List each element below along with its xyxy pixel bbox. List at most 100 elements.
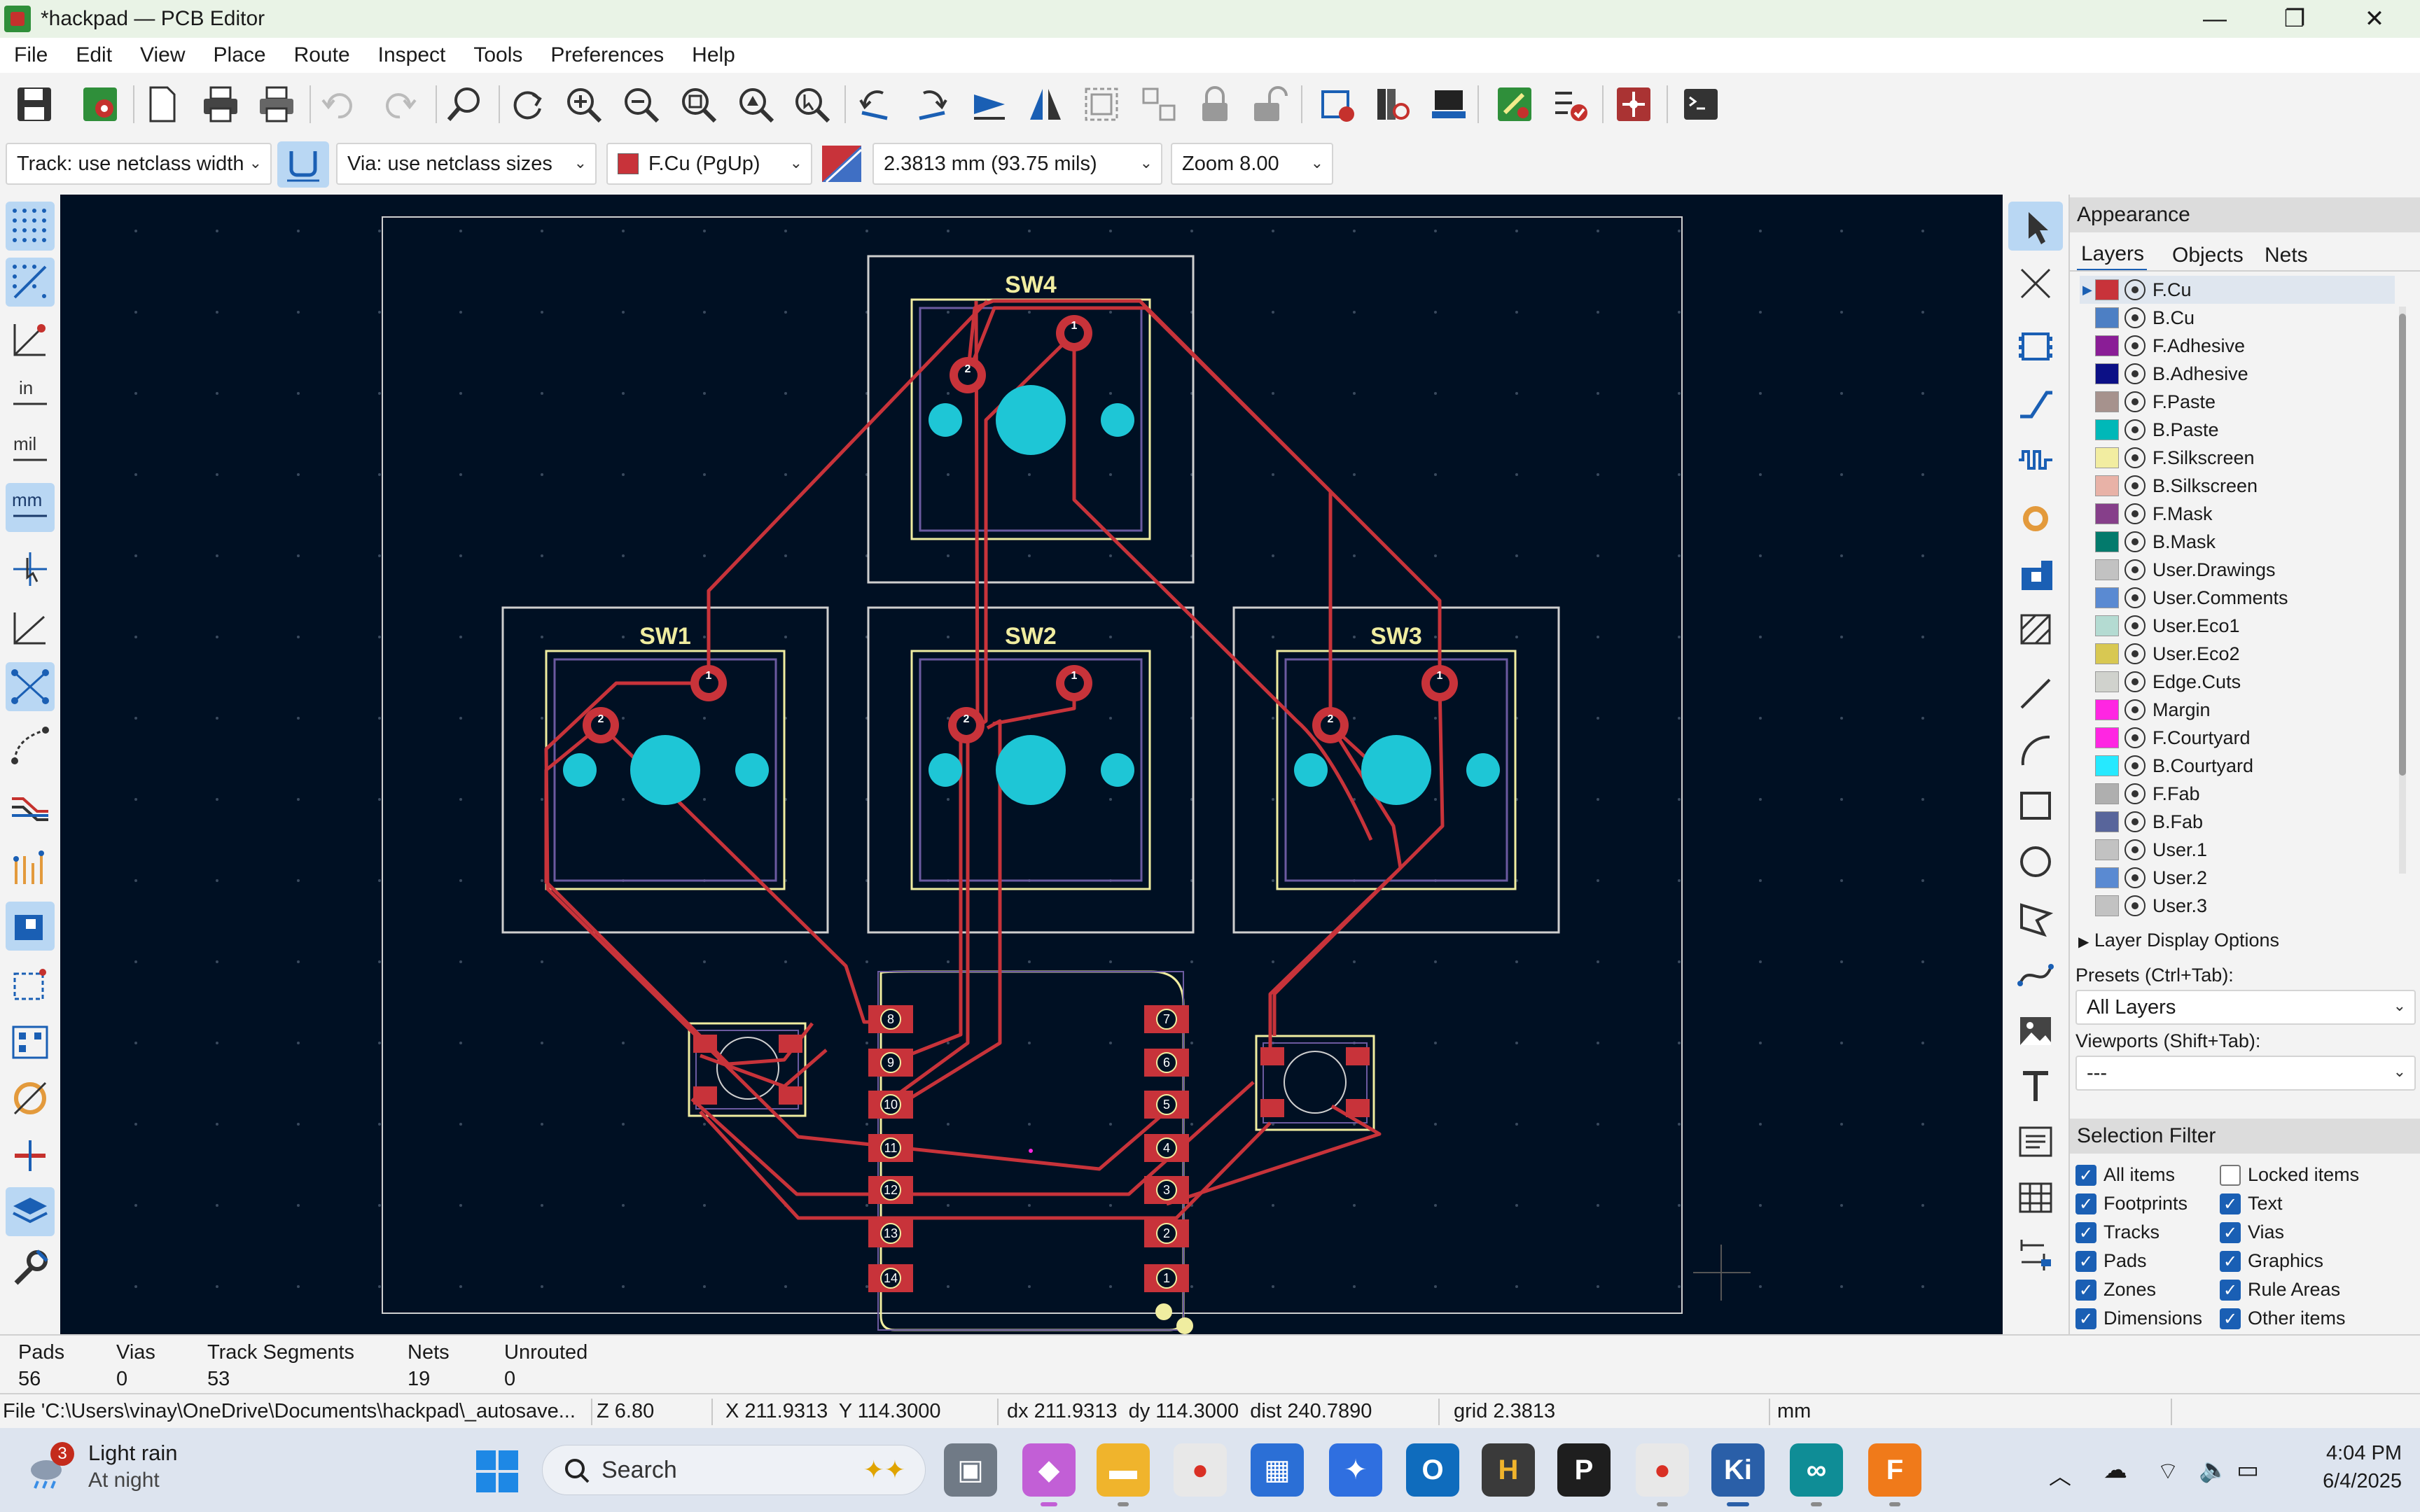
zoom-objects-button[interactable]	[732, 81, 779, 127]
visibility-eye-icon[interactable]	[2125, 475, 2146, 496]
menu-file[interactable]: File	[0, 43, 62, 67]
3d-viewer-button[interactable]	[1426, 81, 1472, 127]
visibility-eye-icon[interactable]	[2125, 559, 2146, 580]
filter-checkbox[interactable]: ✓	[2075, 1165, 2096, 1186]
filter-checkbox[interactable]: ✓	[2220, 1251, 2241, 1272]
kicad-app[interactable]: Ki	[1711, 1443, 1765, 1497]
visibility-eye-icon[interactable]	[2125, 755, 2146, 776]
via-display-toggle[interactable]	[6, 1074, 55, 1123]
store-app[interactable]: ▦	[1251, 1443, 1304, 1497]
local-ratsnest-tool[interactable]	[2008, 259, 2063, 308]
layer-color-swatch[interactable]	[2095, 559, 2119, 580]
zoom-select[interactable]: Zoom 8.00 ⌄	[1171, 143, 1333, 185]
layer-row[interactable]: F.Silkscreen	[2080, 444, 2395, 472]
filter-checkbox[interactable]: ✓	[2075, 1280, 2096, 1301]
layer-color-swatch[interactable]	[2095, 755, 2119, 776]
battery-icon[interactable]: ▭	[2237, 1456, 2259, 1484]
layer-row[interactable]: ▶ F.Cu	[2080, 276, 2395, 304]
layer-row[interactable]: B.Fab	[2080, 808, 2395, 836]
layer-display-options-expander[interactable]: ▶ Layer Display Options	[2078, 930, 2279, 951]
via-size-select[interactable]: Via: use netclass sizes ⌄	[336, 143, 597, 185]
menu-route[interactable]: Route	[280, 43, 364, 67]
visibility-eye-icon[interactable]	[2125, 503, 2146, 524]
undo-button[interactable]	[315, 81, 361, 127]
wifi-icon[interactable]: ⌔	[2157, 1456, 2179, 1486]
route-track-tool[interactable]	[2008, 378, 2063, 427]
visibility-eye-icon[interactable]	[2125, 363, 2146, 384]
lock-button[interactable]	[1192, 81, 1238, 127]
footprint-editor-button[interactable]	[1314, 81, 1360, 127]
layer-color-swatch[interactable]	[2095, 895, 2119, 916]
fusion-app[interactable]: F	[1868, 1443, 1921, 1497]
zoom-fit-button[interactable]	[675, 81, 721, 127]
print-button[interactable]	[197, 81, 244, 127]
layer-row[interactable]: User.3	[2080, 892, 2395, 920]
layer-color-swatch[interactable]	[2095, 391, 2119, 412]
zone-outline-toggle[interactable]	[6, 960, 55, 1009]
visibility-eye-icon[interactable]	[2125, 895, 2146, 916]
layer-row[interactable]: B.Cu	[2080, 304, 2395, 332]
draw-arc-tool[interactable]	[2008, 725, 2063, 774]
pad-display-toggle[interactable]	[6, 1018, 55, 1067]
chrome-app[interactable]: ●	[1174, 1443, 1227, 1497]
pycharm-app[interactable]: P	[1557, 1443, 1611, 1497]
group-button[interactable]	[1078, 81, 1125, 127]
net-color-mode-button[interactable]	[6, 783, 55, 832]
rotate-cw-button[interactable]	[909, 81, 955, 127]
place-footprint-tool[interactable]	[2008, 322, 2063, 371]
menu-place[interactable]: Place	[200, 43, 280, 67]
layer-color-swatch[interactable]	[2095, 503, 2119, 524]
layer-color-swatch[interactable]	[2095, 279, 2119, 300]
layer-row[interactable]: F.Mask	[2080, 500, 2395, 528]
add-table-tool[interactable]	[2008, 1173, 2063, 1222]
hex-app[interactable]: H	[1482, 1443, 1535, 1497]
zoom-out-button[interactable]	[618, 81, 664, 127]
menu-help[interactable]: Help	[678, 43, 749, 67]
layer-color-swatch[interactable]	[2095, 727, 2119, 748]
layer-row[interactable]: User.2	[2080, 864, 2395, 892]
layer-color-swatch[interactable]	[2095, 307, 2119, 328]
visibility-eye-icon[interactable]	[2125, 699, 2146, 720]
visibility-eye-icon[interactable]	[2125, 531, 2146, 552]
high-contrast-toggle[interactable]	[6, 1187, 55, 1236]
filter-checkbox[interactable]: ✓	[2220, 1280, 2241, 1301]
layer-row[interactable]: B.Courtyard	[2080, 752, 2395, 780]
track-display-toggle[interactable]	[6, 1131, 55, 1180]
layer-row[interactable]: F.Paste	[2080, 388, 2395, 416]
visibility-eye-icon[interactable]	[2125, 671, 2146, 692]
find-button[interactable]	[441, 81, 487, 127]
tray-chevron-icon[interactable]: ︿	[2049, 1459, 2071, 1491]
tab-layers[interactable]: Layers	[2081, 242, 2144, 266]
add-textbox-tool[interactable]	[2008, 1117, 2063, 1166]
auto-track-width-toggle[interactable]	[277, 141, 329, 188]
tune-length-tool[interactable]	[2008, 434, 2063, 483]
draw-bezier-tool[interactable]	[2008, 951, 2063, 1000]
layer-color-swatch[interactable]	[2095, 363, 2119, 384]
visibility-eye-icon[interactable]	[2125, 307, 2146, 328]
ratsnest-mode-button[interactable]	[6, 843, 55, 892]
filter-checkbox[interactable]: ✓	[2075, 1308, 2096, 1329]
menu-preferences[interactable]: Preferences	[536, 43, 678, 67]
task-view-app[interactable]: ▣	[944, 1443, 997, 1497]
layer-row[interactable]: User.Drawings	[2080, 556, 2395, 584]
units-mm-button[interactable]: mm	[6, 483, 55, 532]
pcb-canvas[interactable]: SW4 SW1 SW2 SW3 1 2 1 2 1 2 1 2 8 9 10 1…	[60, 195, 2003, 1334]
grid-toggle[interactable]	[6, 202, 55, 251]
chrome-profile-app[interactable]: ●	[1636, 1443, 1689, 1497]
filter-checkbox[interactable]: ✓	[2220, 1194, 2241, 1214]
maximize-button[interactable]: ❐	[2256, 0, 2333, 38]
add-text-tool[interactable]	[2008, 1061, 2063, 1110]
draw-rectangle-tool[interactable]	[2008, 781, 2063, 830]
layer-color-swatch[interactable]	[2095, 475, 2119, 496]
minimize-button[interactable]: —	[2176, 0, 2253, 38]
angle-snap-button[interactable]	[6, 603, 55, 652]
layer-list-scrollbar[interactable]	[2399, 307, 2406, 874]
menu-inspect[interactable]: Inspect	[364, 43, 460, 67]
layer-row[interactable]: B.Paste	[2080, 416, 2395, 444]
arduino-app[interactable]: ∞	[1790, 1443, 1843, 1497]
draw-polygon-tool[interactable]	[2008, 895, 2063, 944]
clock-time[interactable]: 4:04 PM	[2283, 1442, 2402, 1465]
layer-color-swatch[interactable]	[2095, 643, 2119, 664]
schematic-editor-button[interactable]	[1611, 81, 1657, 127]
add-dimension-tool[interactable]	[2008, 1229, 2063, 1278]
